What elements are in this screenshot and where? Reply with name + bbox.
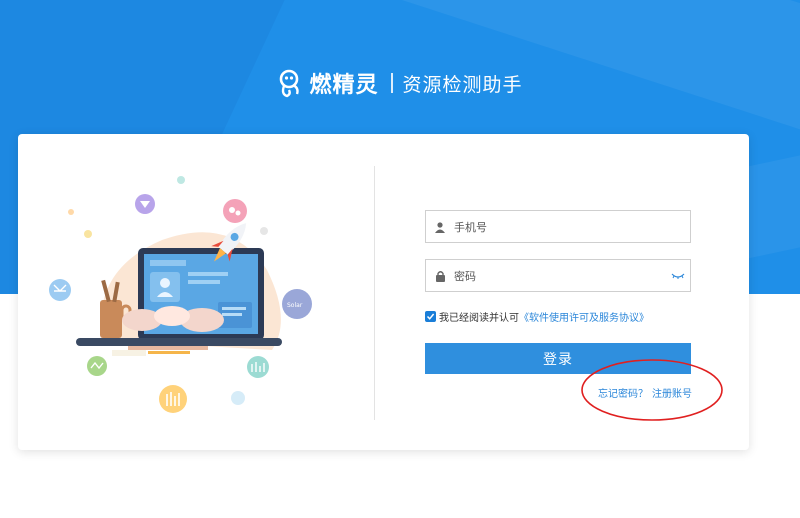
check-icon [426,313,435,320]
account-links: 忘记密码？ 注册账号 [598,385,692,400]
sprite-logo-icon [280,69,300,98]
brand-subtitle: 资源检测助手 [402,73,523,96]
brand-header: 燃精灵 资源检测助手 [0,66,800,100]
laptop-rocket-illustration: Solar [49,176,312,413]
brand-name: 燃精灵 [309,73,379,98]
forgot-password-link[interactable]: 忘记密码？ [598,385,648,400]
solar-badge-text: Solar [287,302,303,309]
register-link[interactable]: 注册账号 [652,385,692,400]
agree-text: 我已经阅读并认可 [439,312,519,324]
agreement-row: 我已经阅读并认可 《软件使用许可及服务协议》 [425,309,649,324]
agree-checkbox[interactable] [425,310,436,322]
user-icon [426,211,454,242]
agreement-link[interactable]: 《软件使用许可及服务协议》 [519,309,649,324]
password-field[interactable]: 密码 [425,259,691,292]
phone-field[interactable]: 手机号 [425,210,691,243]
brand-separator [390,73,393,93]
eye-closed-icon[interactable] [666,260,690,291]
login-card: Solar 手机号 密码 我已经阅读并认可 《软件使用许可及服务协议》 登录 忘… [18,134,749,450]
lock-icon [426,260,454,291]
password-placeholder: 密码 [454,269,476,283]
phone-placeholder: 手机号 [454,220,487,234]
login-button[interactable]: 登录 [425,343,691,374]
vertical-divider [374,166,375,420]
